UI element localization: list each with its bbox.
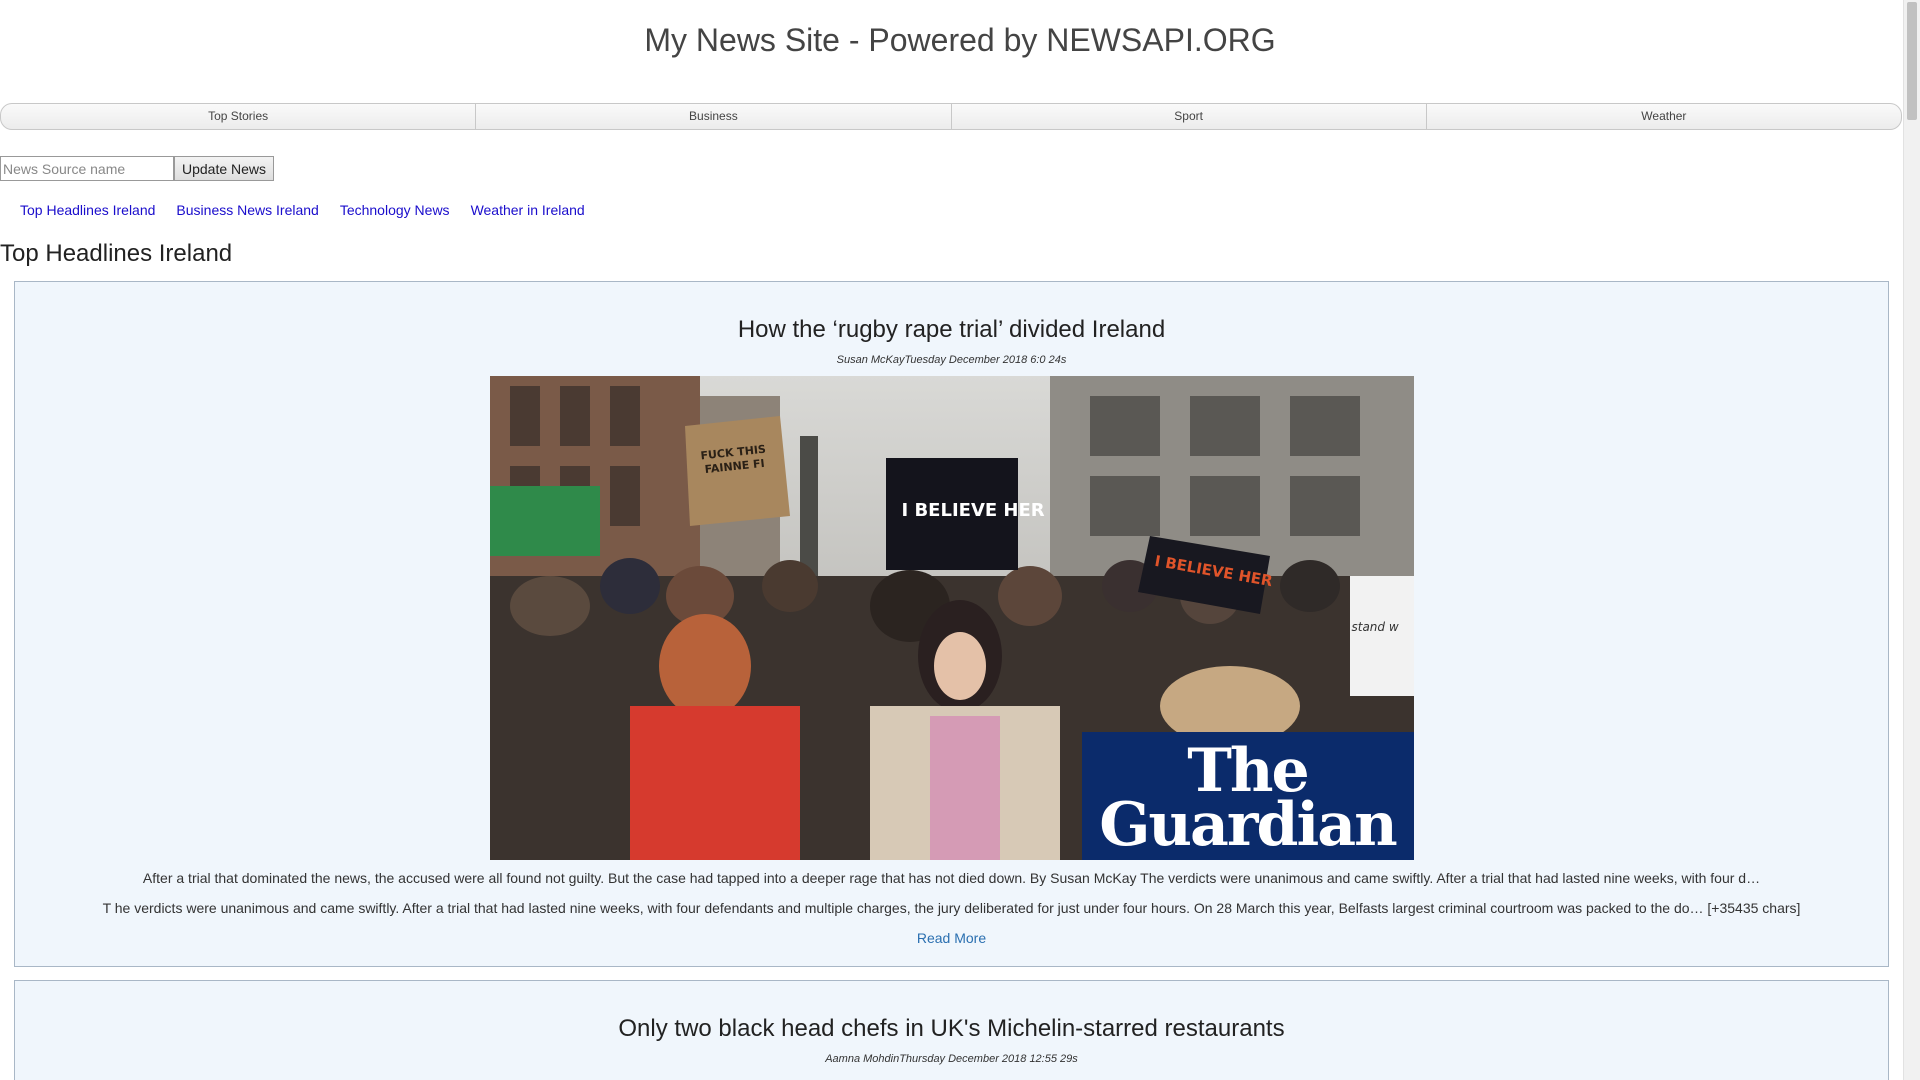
nav-item-weather[interactable]: Weather	[1427, 104, 1901, 129]
sign-text: I BELIEVE HER	[901, 500, 1045, 521]
news-source-input[interactable]	[0, 156, 174, 181]
page: My News Site - Powered by NEWSAPI.ORG To…	[0, 0, 1920, 1080]
nav-item-business[interactable]: Business	[476, 104, 952, 129]
site-title: My News Site - Powered by NEWSAPI.ORG	[644, 22, 1276, 58]
article-byline: Aamna MohdinThursday December 2018 12:55…	[825, 1053, 1078, 1065]
article-description: After a trial that dominated the news, t…	[142, 870, 1761, 886]
feed-link-technology-news[interactable]: Technology News	[340, 202, 450, 218]
nav-item-sport[interactable]: Sport	[952, 104, 1427, 129]
article-image[interactable]: I BELIEVE HER I BELIEVE HER FUCK THIS FA…	[489, 376, 1414, 860]
update-news-button[interactable]: Update News	[174, 156, 275, 181]
article-title[interactable]: How the ‘rugby rape trial’ divided Irela…	[15, 282, 1888, 344]
scrollbar-thumb[interactable]	[1907, 2, 1917, 120]
article-content: T he verdicts were unanimous and came sw…	[102, 900, 1801, 916]
source-search-row: Update News	[0, 156, 275, 181]
section-title: Top Headlines Ireland	[0, 240, 233, 267]
page-scrollbar[interactable]	[1903, 0, 1920, 1080]
sign-text: stand w	[1351, 620, 1399, 634]
read-more-link[interactable]: Read More	[917, 930, 986, 946]
feed-link-top-headlines[interactable]: Top Headlines Ireland	[20, 202, 155, 218]
feed-links: Top Headlines Ireland Business News Irel…	[20, 202, 585, 218]
article-card: Only two black head chefs in UK's Michel…	[14, 980, 1889, 1080]
main-nav: Top Stories Business Sport Weather	[0, 103, 1902, 130]
article-title[interactable]: Only two black head chefs in UK's Michel…	[15, 981, 1888, 1043]
feed-link-business-news[interactable]: Business News Ireland	[176, 202, 318, 218]
guardian-logo: The Guardian	[1081, 732, 1414, 860]
article-byline: Susan McKayTuesday December 2018 6:0 24s	[836, 354, 1067, 366]
nav-item-top-stories[interactable]: Top Stories	[1, 104, 477, 129]
feed-link-weather[interactable]: Weather in Ireland	[471, 202, 585, 218]
article-card: How the ‘rugby rape trial’ divided Irela…	[14, 281, 1889, 967]
